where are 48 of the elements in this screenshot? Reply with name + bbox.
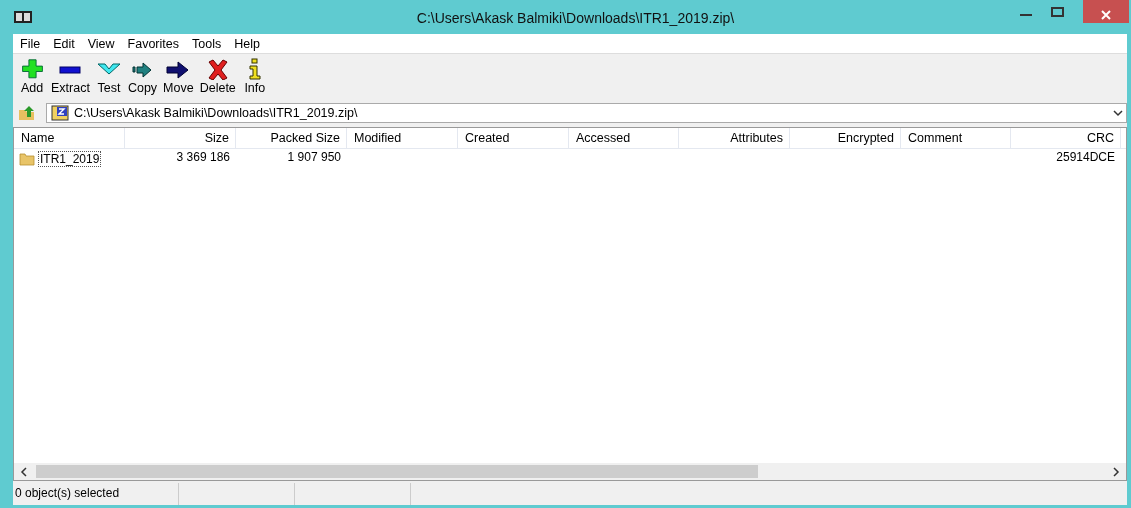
menu-item[interactable]: Help bbox=[227, 34, 266, 53]
scroll-left-icon[interactable] bbox=[20, 466, 28, 477]
minus-icon bbox=[59, 66, 81, 74]
column-header[interactable]: Encrypted bbox=[790, 128, 901, 148]
maximize-icon[interactable] bbox=[1051, 7, 1065, 17]
info-icon bbox=[249, 58, 261, 80]
move-button[interactable]: Move bbox=[161, 54, 196, 95]
column-header[interactable]: Packed Size bbox=[236, 128, 347, 148]
test-button[interactable]: Test bbox=[93, 54, 124, 95]
app-icon bbox=[14, 11, 32, 23]
scrollbar-thumb[interactable] bbox=[36, 465, 758, 478]
add-button[interactable]: Add bbox=[17, 54, 47, 95]
extract-button[interactable]: Extract bbox=[49, 54, 92, 95]
address-field[interactable]: C:\Users\Akask Balmiki\Downloads\ITR1_2019.zip\ bbox=[46, 103, 1127, 123]
arrow-right-icon bbox=[166, 61, 189, 79]
column-header[interactable]: Attributes bbox=[679, 128, 790, 148]
table-cell: 1 907 950 bbox=[287, 150, 341, 164]
plus-icon bbox=[22, 59, 43, 79]
menu-item[interactable]: Edit bbox=[46, 34, 81, 53]
menu-item[interactable]: Favorites bbox=[120, 34, 185, 53]
table-cell: 25914DCE bbox=[1056, 150, 1115, 164]
close-button[interactable] bbox=[1083, 0, 1129, 23]
column-header[interactable]: Size bbox=[125, 128, 236, 148]
dropdown-icon[interactable] bbox=[1113, 109, 1123, 117]
column-header[interactable]: Name bbox=[14, 128, 125, 148]
column-header[interactable]: Comment bbox=[901, 128, 1011, 148]
window-title: C:\Users\Akask Balmiki\Downloads\ITR1_2019.zip\ bbox=[415, 10, 736, 26]
archive-icon bbox=[51, 105, 69, 121]
up-folder-icon[interactable] bbox=[18, 105, 36, 121]
menu-item[interactable]: View bbox=[80, 34, 121, 53]
copy-button[interactable]: Copy bbox=[125, 54, 160, 95]
menu-item[interactable]: Tools bbox=[185, 34, 228, 53]
status-text: 0 object(s) selected bbox=[15, 486, 120, 500]
column-header[interactable]: CRC bbox=[1011, 128, 1121, 148]
cross-icon bbox=[208, 59, 228, 80]
column-header[interactable]: Modified bbox=[347, 128, 458, 148]
column-header[interactable]: Accessed bbox=[569, 128, 679, 148]
info-button[interactable]: Info bbox=[239, 54, 270, 95]
file-name[interactable]: ITR1_2019 bbox=[38, 150, 102, 167]
folder-icon bbox=[19, 151, 35, 166]
column-header[interactable]: Created bbox=[458, 128, 569, 148]
arrow-right-icon bbox=[132, 62, 151, 78]
close-icon bbox=[1100, 9, 1112, 21]
table-cell: 3 369 186 bbox=[176, 150, 230, 164]
check-chevron-icon bbox=[97, 63, 121, 75]
menu-item[interactable]: File bbox=[13, 34, 47, 53]
scroll-right-icon[interactable] bbox=[1112, 466, 1120, 477]
delete-button[interactable]: Delete bbox=[197, 54, 238, 95]
